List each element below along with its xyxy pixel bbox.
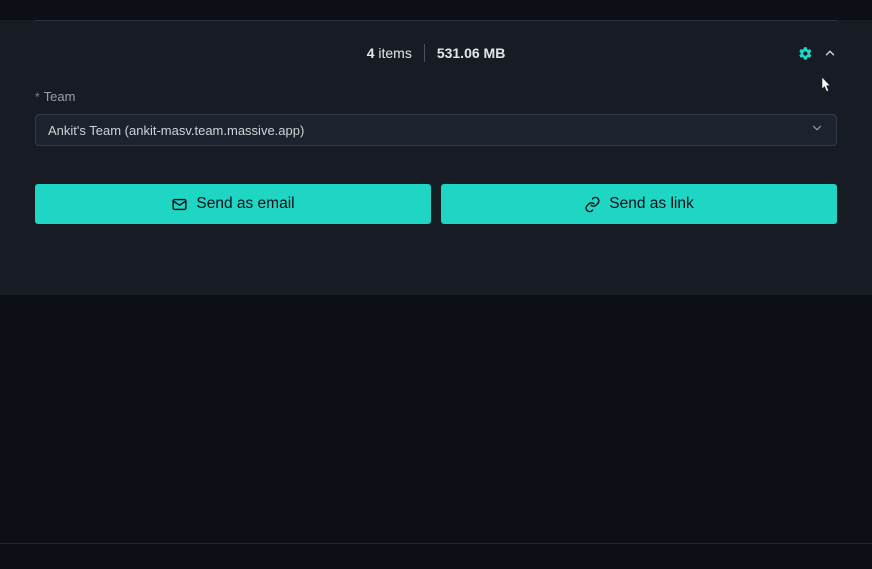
settings-gear-icon[interactable] — [798, 46, 813, 61]
chevron-down-icon — [810, 121, 824, 140]
link-icon — [584, 196, 601, 213]
summary-center: 4 items 531.06 MB — [367, 44, 506, 62]
team-dropdown[interactable]: Ankit's Team (ankit-masv.team.massive.ap… — [35, 114, 837, 146]
footer-divider — [0, 543, 872, 544]
button-row: Send as email Send as link — [35, 184, 837, 224]
send-as-email-button[interactable]: Send as email — [35, 184, 431, 224]
panel-divider — [35, 20, 837, 21]
empty-area — [0, 295, 872, 569]
team-label: * Team — [35, 89, 837, 104]
top-panel: 4 items 531.06 MB * Team Ankit's Team (an… — [0, 20, 872, 295]
required-asterisk: * — [35, 90, 40, 104]
send-email-label: Send as email — [196, 195, 294, 213]
team-label-text: Team — [44, 89, 76, 104]
send-as-link-button[interactable]: Send as link — [441, 184, 837, 224]
team-section: * Team Ankit's Team (ankit-masv.team.mass… — [35, 89, 837, 146]
summary-row: 4 items 531.06 MB — [35, 35, 837, 71]
mail-icon — [171, 196, 188, 213]
item-count-suffix: items — [374, 45, 411, 61]
item-count: 4 items — [367, 45, 424, 61]
send-link-label: Send as link — [609, 195, 693, 213]
collapse-chevron-icon[interactable] — [823, 46, 837, 60]
summary-icons — [798, 46, 837, 61]
team-dropdown-value: Ankit's Team (ankit-masv.team.massive.ap… — [48, 123, 304, 138]
file-size: 531.06 MB — [425, 45, 505, 61]
